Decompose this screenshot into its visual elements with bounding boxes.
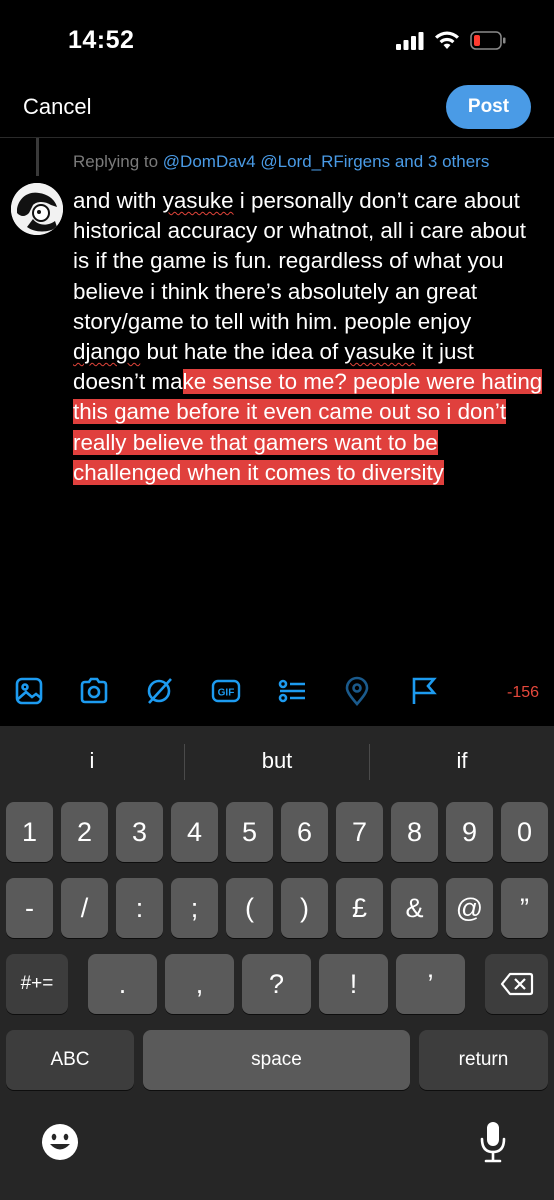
key-2[interactable]: 2 (61, 802, 108, 862)
cellular-signal-icon (396, 32, 424, 50)
key-symbols-toggle[interactable]: #+= (6, 954, 68, 1014)
avatar[interactable] (11, 183, 63, 235)
key-7[interactable]: 7 (336, 802, 383, 862)
avatar-image (11, 183, 63, 235)
gif-label: GIF (218, 688, 235, 699)
gif-icon[interactable]: GIF (211, 676, 241, 706)
suggestion-item[interactable]: if (370, 748, 554, 774)
poll-icon[interactable] (277, 676, 307, 706)
microphone-icon[interactable] (478, 1120, 508, 1164)
compose-toolbar: GIF -156 (0, 664, 554, 722)
key-6[interactable]: 6 (281, 802, 328, 862)
location-icon (345, 676, 369, 706)
replying-prefix: Replying to (73, 152, 159, 171)
status-time: 14:52 (68, 26, 135, 54)
key-5[interactable]: 5 (226, 802, 273, 862)
emoji-icon[interactable] (40, 1122, 80, 1162)
key-comma[interactable]: , (165, 954, 234, 1014)
status-bar: 14:52 (0, 0, 554, 80)
key-0[interactable]: 0 (501, 802, 548, 862)
suggestion-item[interactable]: i (0, 748, 184, 774)
compose-text-area[interactable]: and with yasuke i personally don’t care … (73, 186, 543, 488)
key-at[interactable]: @ (446, 878, 493, 938)
key-4[interactable]: 4 (171, 802, 218, 862)
mention-link[interactable]: @DomDav4 (163, 152, 256, 171)
character-counter: -156 (507, 684, 540, 701)
mention-link[interactable]: @Lord_RFirgens (260, 152, 390, 171)
image-icon[interactable] (14, 676, 44, 706)
key-abc-toggle[interactable]: ABC (6, 1030, 134, 1090)
key-question[interactable]: ? (242, 954, 311, 1014)
suggestion-item[interactable]: but (185, 748, 369, 774)
key-hyphen[interactable]: - (6, 878, 53, 938)
misspelled-word[interactable]: django (73, 339, 140, 364)
key-apostrophe[interactable]: ’ (396, 954, 465, 1014)
misspelled-word[interactable]: yasuke (344, 339, 415, 364)
backspace-button[interactable] (485, 954, 548, 1014)
post-button[interactable]: Post (446, 85, 531, 129)
misspelled-word[interactable]: yasuke (163, 188, 234, 213)
text-segment: but hate the idea of (140, 339, 345, 365)
grok-icon[interactable] (144, 676, 174, 706)
key-pound[interactable]: £ (336, 878, 383, 938)
key-semicolon[interactable]: ; (171, 878, 218, 938)
key-close-paren[interactable]: ) (281, 878, 328, 938)
battery-low-icon (470, 31, 506, 50)
flag-icon[interactable] (409, 676, 439, 706)
key-period[interactable]: . (88, 954, 157, 1014)
backspace-icon (500, 972, 533, 996)
cancel-button[interactable]: Cancel (23, 94, 91, 120)
text-segment: and with (73, 188, 163, 213)
key-slash[interactable]: / (61, 878, 108, 938)
key-exclamation[interactable]: ! (319, 954, 388, 1014)
keyboard: i but if 1 2 3 4 5 6 7 8 9 0 - / : ; ( )… (0, 726, 554, 1200)
key-ampersand[interactable]: & (391, 878, 438, 938)
space-bar[interactable]: space (143, 1030, 410, 1090)
key-1[interactable]: 1 (6, 802, 53, 862)
key-colon[interactable]: : (116, 878, 163, 938)
wifi-icon (435, 31, 459, 49)
key-8[interactable]: 8 (391, 802, 438, 862)
thread-connector-line (36, 138, 39, 176)
key-3[interactable]: 3 (116, 802, 163, 862)
compose-header: Cancel Post (0, 80, 554, 138)
replying-to-line[interactable]: Replying to @DomDav4 @Lord_RFirgens and … (73, 152, 489, 172)
key-9[interactable]: 9 (446, 802, 493, 862)
return-key[interactable]: return (419, 1030, 548, 1090)
camera-icon[interactable] (79, 676, 109, 706)
mention-others[interactable]: and 3 others (395, 152, 490, 171)
key-quote[interactable]: ” (501, 878, 548, 938)
key-open-paren[interactable]: ( (226, 878, 273, 938)
suggestion-bar: i but if (0, 726, 554, 800)
